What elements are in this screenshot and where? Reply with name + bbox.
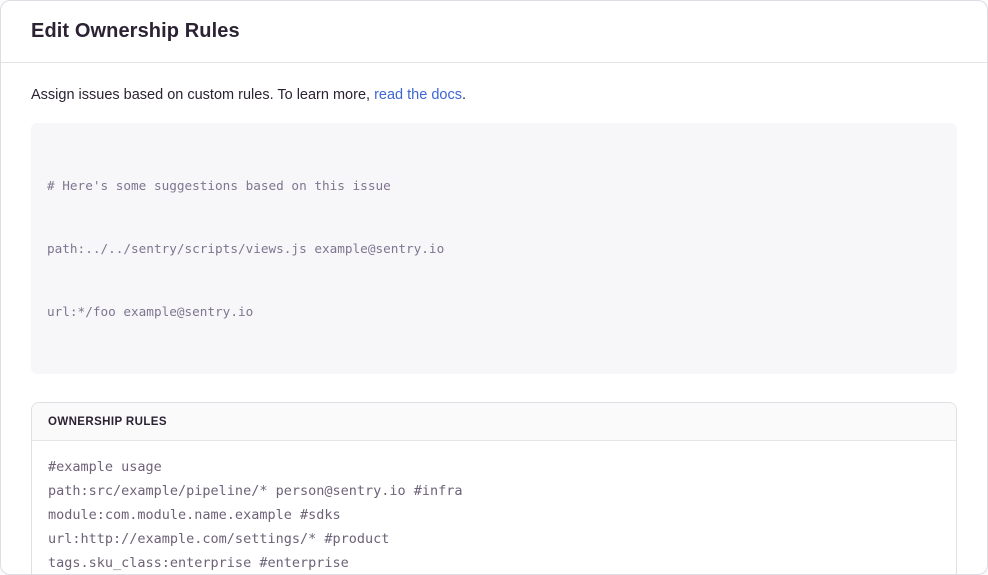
- ownership-rules-panel-header: OWNERSHIP RULES: [32, 403, 956, 441]
- description-prefix: Assign issues based on custom rules. To …: [31, 87, 374, 103]
- suggestion-path-line: path:../../sentry/scripts/views.js examp…: [47, 238, 941, 259]
- modal-body: Assign issues based on custom rules. To …: [1, 63, 987, 575]
- suggestion-url-line: url:*/foo example@sentry.io: [47, 301, 941, 322]
- modal-title: Edit Ownership Rules: [31, 21, 957, 42]
- suggestions-code-block: # Here's some suggestions based on this …: [31, 123, 957, 374]
- edit-ownership-rules-modal: Edit Ownership Rules Assign issues based…: [0, 0, 988, 575]
- description-suffix: .: [462, 87, 466, 103]
- modal-header: Edit Ownership Rules: [1, 1, 987, 63]
- ownership-rules-textarea[interactable]: #example usage path:src/example/pipeline…: [32, 441, 956, 575]
- description-text: Assign issues based on custom rules. To …: [31, 85, 957, 105]
- suggestion-comment-line: # Here's some suggestions based on this …: [47, 175, 941, 196]
- ownership-rules-panel: OWNERSHIP RULES #example usage path:src/…: [31, 402, 957, 575]
- read-the-docs-link[interactable]: read the docs: [374, 87, 462, 103]
